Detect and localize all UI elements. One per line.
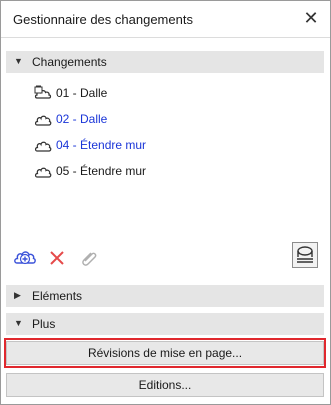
chevron-right-icon: ▶ bbox=[14, 290, 21, 300]
settings-stack-button[interactable] bbox=[292, 242, 318, 268]
section-plus-label: Plus bbox=[32, 317, 56, 331]
section-elements-label: Eléments bbox=[32, 289, 83, 303]
list-item[interactable]: 01 - Dalle bbox=[6, 81, 324, 107]
change-cloud-icon bbox=[34, 167, 52, 178]
change-cloud-icon bbox=[34, 115, 52, 126]
delete-icon[interactable] bbox=[44, 244, 70, 270]
section-changements-label: Changements bbox=[32, 55, 107, 69]
changes-toolbar bbox=[6, 238, 324, 276]
close-icon[interactable]: ✕ bbox=[300, 7, 322, 29]
change-label: 01 - Dalle bbox=[56, 86, 108, 100]
settings-stack-icon bbox=[297, 246, 313, 263]
editions-button[interactable]: Editions... bbox=[6, 373, 324, 397]
change-cloud-lock-icon bbox=[34, 85, 52, 99]
section-changements[interactable]: ▼ Changements bbox=[6, 51, 324, 73]
chevron-down-icon: ▼ bbox=[14, 318, 23, 328]
add-change-icon[interactable] bbox=[12, 244, 38, 270]
change-label: 02 - Dalle bbox=[56, 112, 108, 126]
change-cloud-icon bbox=[34, 141, 52, 152]
window-title: Gestionnaire des changements bbox=[13, 12, 193, 27]
list-item[interactable]: 05 - Étendre mur bbox=[6, 159, 324, 185]
section-elements[interactable]: ▶ Eléments bbox=[6, 285, 324, 307]
section-plus[interactable]: ▼ Plus bbox=[6, 313, 324, 335]
change-label: 04 - Étendre mur bbox=[56, 138, 147, 152]
link-icon[interactable] bbox=[76, 244, 102, 270]
title-bar: Gestionnaire des changements ✕ bbox=[1, 1, 330, 38]
list-item[interactable]: 04 - Étendre mur bbox=[6, 133, 324, 159]
changes-list: 01 - Dalle 02 - Dalle 04 - Étendre mur 0… bbox=[6, 81, 324, 231]
highlight-box bbox=[4, 338, 326, 368]
list-item[interactable]: 02 - Dalle bbox=[6, 107, 324, 133]
chevron-down-icon: ▼ bbox=[14, 56, 23, 66]
change-label: 05 - Étendre mur bbox=[56, 164, 147, 178]
